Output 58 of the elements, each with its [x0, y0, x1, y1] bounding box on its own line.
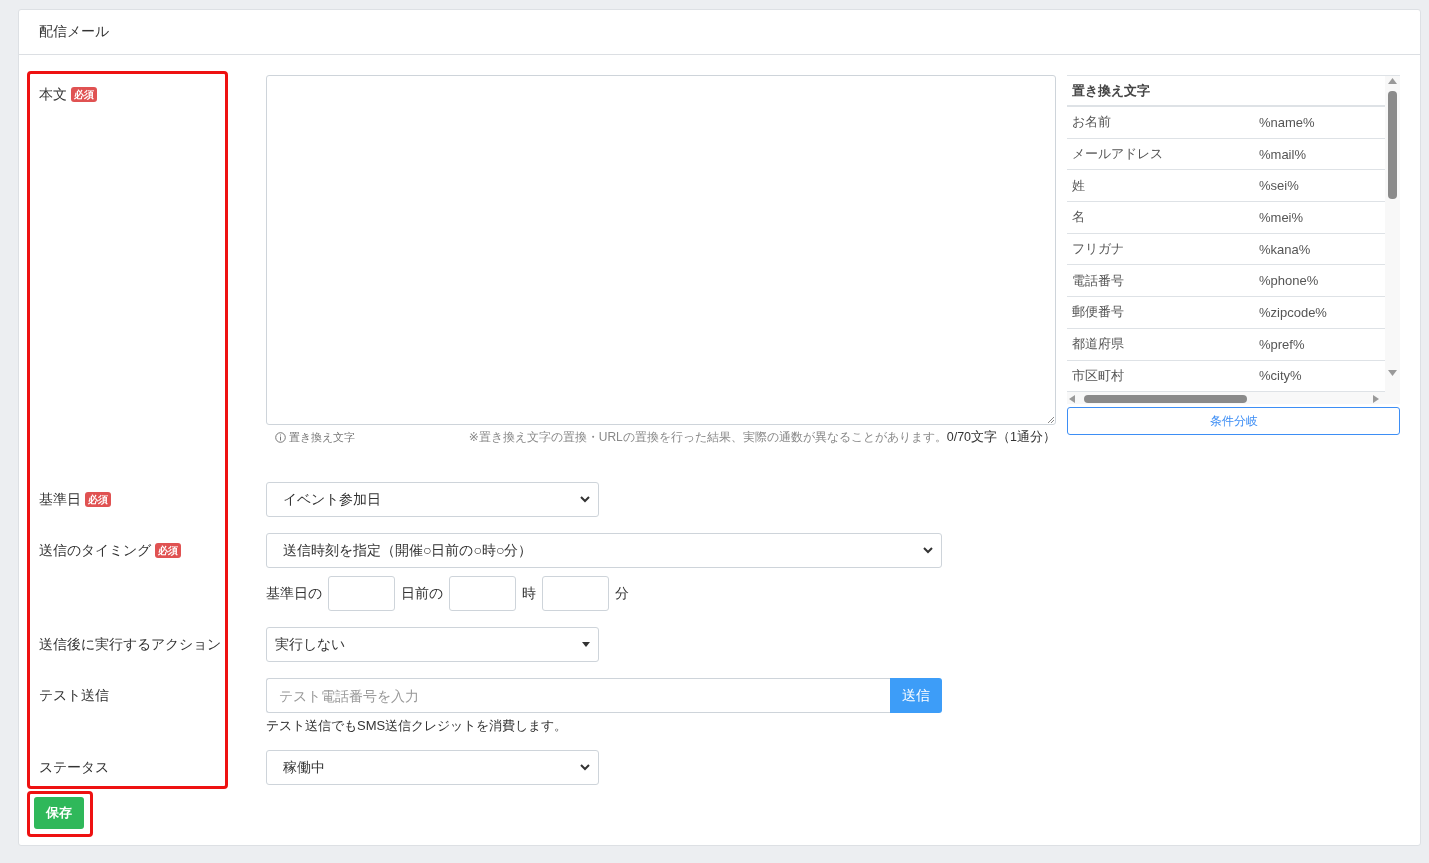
table-cell-text: %mei% [1259, 209, 1305, 225]
required-badge: 必須 [71, 87, 97, 102]
field-label: ステータス [39, 758, 109, 777]
replacement-note: ※置き換え文字の置換・URLの置換を行った結果、実際の通数が異なることがあります。 [468, 429, 947, 446]
table-cell-text: 名 [1072, 208, 1086, 227]
caret-icon [582, 642, 590, 647]
resize-grip-icon [1047, 416, 1054, 423]
card-title: 配信メール [39, 23, 109, 41]
link-text[interactable]: 置き換え文字 [289, 430, 355, 445]
field-label: 送信後に実行するアクション [39, 635, 221, 654]
table-header: 置き換え文字 [1067, 76, 1385, 107]
table-cell-text: %pref% [1259, 336, 1306, 352]
credit-note: テスト送信でもSMS送信クレジットを消費します。 [266, 717, 569, 735]
table-cell-text: メールアドレス [1072, 145, 1164, 164]
table-cell-text: お名前 [1072, 113, 1112, 132]
unit-text: 基準日の [266, 584, 322, 603]
table-cell-text: %sei% [1259, 178, 1300, 194]
select-field[interactable]: イベント参加日 [266, 482, 599, 517]
table-cell-text: 市区町村 [1072, 366, 1125, 385]
field-label: 基準日 [39, 490, 81, 509]
table-cell-text: %zipcode% [1259, 304, 1328, 320]
table-cell-text: フリガナ [1072, 240, 1125, 259]
required-badge: 必須 [85, 492, 111, 507]
field-label: 本文 [39, 85, 67, 104]
replacement-hint-link[interactable]: 置き換え文字 [275, 430, 355, 445]
dropdown-field[interactable]: 実行しない [266, 627, 599, 662]
horizontal-scrollbar[interactable] [1067, 392, 1400, 404]
unit-text: 分 [615, 584, 629, 603]
table-cell-text: 都道府県 [1072, 335, 1125, 354]
chevron-icon [580, 496, 590, 503]
number-input[interactable] [328, 576, 395, 611]
table-cell-text: %name% [1259, 114, 1316, 130]
chevron-icon [580, 764, 590, 771]
send-button[interactable]: 送信 [890, 678, 942, 713]
table-cell-text: %city% [1259, 368, 1303, 384]
required-badge: 必須 [155, 543, 181, 558]
table-cell-text: 姓 [1072, 176, 1086, 195]
info-icon [275, 432, 286, 443]
phone-input[interactable]: テスト電話番号を入力 [266, 678, 890, 713]
field-label: テスト送信 [39, 686, 109, 705]
table-cell-text: %kana% [1259, 241, 1312, 257]
field-label: 送信のタイミング [39, 541, 151, 560]
number-input[interactable] [449, 576, 516, 611]
table-cell-text: 電話番号 [1072, 271, 1125, 290]
message-textarea[interactable] [266, 75, 1056, 425]
select-field[interactable]: 送信時刻を指定（開催○日前の○時○分） [266, 533, 942, 568]
unit-text: 時 [522, 584, 536, 603]
table-cell-text: 郵便番号 [1072, 303, 1125, 322]
branch-button[interactable]: 条件分岐 [1067, 407, 1400, 435]
number-input[interactable] [542, 576, 609, 611]
character-counter: 0/70文字（1通分） [946, 429, 1056, 446]
select-field[interactable]: 稼働中 [266, 750, 599, 785]
vertical-scrollbar[interactable] [1385, 76, 1400, 395]
table-cell-text: %phone% [1259, 273, 1320, 289]
table-cell-text: %mail% [1259, 146, 1307, 162]
chevron-icon [923, 547, 933, 554]
unit-text: 日前の [401, 584, 443, 603]
save-button[interactable]: 保存 [34, 797, 84, 829]
